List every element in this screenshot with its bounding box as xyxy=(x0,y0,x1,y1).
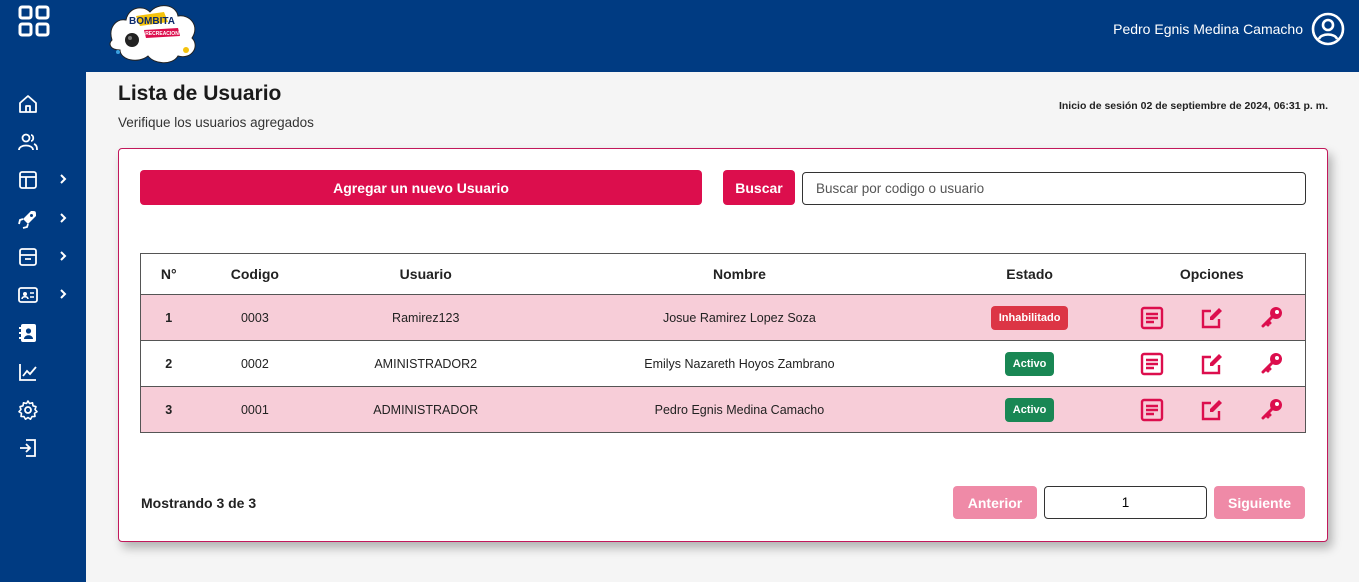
sidebar-item-rocket[interactable] xyxy=(0,203,86,233)
cell-options xyxy=(1118,294,1306,341)
cell-code: 0003 xyxy=(196,294,314,341)
page-title: Lista de Usuario xyxy=(118,82,282,105)
archive-icon xyxy=(19,248,37,266)
cell-user: ADMINISTRADOR xyxy=(313,386,539,433)
brand-logo[interactable]: BOMBITA RECREACION xyxy=(106,0,202,64)
details-icon[interactable] xyxy=(1139,351,1165,377)
cell-number: 2 xyxy=(140,340,197,387)
gear-icon xyxy=(18,400,38,420)
details-icon[interactable] xyxy=(1139,397,1165,423)
users-card: Agregar un nuevo Usuario Buscar N° Codig… xyxy=(118,148,1328,542)
users-table: N° Codigo Usuario Nombre Estado Opciones… xyxy=(140,253,1306,433)
sidebar-item-settings[interactable] xyxy=(0,394,86,424)
id-card-icon xyxy=(18,287,38,303)
status-badge: Activo xyxy=(1004,351,1055,376)
sidebar-item-id-card[interactable] xyxy=(0,279,86,309)
cell-code: 0002 xyxy=(196,340,314,387)
column-header-user: Usuario xyxy=(313,253,539,295)
chevron-right-icon xyxy=(60,251,67,261)
key-icon[interactable] xyxy=(1259,351,1285,377)
user-name[interactable]: Pedro Egnis Medina Camacho xyxy=(1113,20,1303,38)
sidebar-item-logout[interactable] xyxy=(0,432,86,462)
key-icon[interactable] xyxy=(1259,305,1285,331)
search-input[interactable] xyxy=(802,172,1306,205)
column-header-status: Estado xyxy=(940,253,1119,295)
column-header-code: Codigo xyxy=(196,253,314,295)
cell-status: Activo xyxy=(940,340,1119,387)
cell-status: Inhabilitado xyxy=(940,294,1119,341)
cell-user: Ramirez123 xyxy=(313,294,539,341)
table-header-row: N° Codigo Usuario Nombre Estado Opciones xyxy=(140,253,1306,295)
status-badge: Inhabilitado xyxy=(990,305,1069,330)
cell-options xyxy=(1118,386,1306,433)
cell-number: 3 xyxy=(140,386,197,433)
chevron-right-icon xyxy=(60,289,67,299)
session-info: Inicio de sesión 02 de septiembre de 202… xyxy=(1058,100,1328,112)
status-badge: Activo xyxy=(1004,397,1055,422)
top-bar: BOMBITA RECREACION Pedro Egnis Medina Ca… xyxy=(0,0,1359,72)
key-icon[interactable] xyxy=(1259,397,1285,423)
sidebar-item-stats[interactable] xyxy=(0,356,86,386)
apps-grid-icon[interactable] xyxy=(18,5,50,37)
home-icon xyxy=(19,95,37,113)
contact-book-icon xyxy=(19,324,36,342)
sidebar-item-home[interactable] xyxy=(0,88,86,118)
cell-options xyxy=(1118,340,1306,387)
page-number-input[interactable] xyxy=(1044,486,1207,519)
chevron-right-icon xyxy=(60,213,67,223)
cell-name: Pedro Egnis Medina Camacho xyxy=(538,386,941,433)
next-page-button[interactable]: Siguiente xyxy=(1214,486,1305,519)
table-row: 1 0003 Ramirez123 Josue Ramirez Lopez So… xyxy=(140,294,1306,341)
logo-subtext: RECREACION xyxy=(145,31,179,37)
edit-icon[interactable] xyxy=(1199,351,1225,377)
layout-icon xyxy=(19,171,37,189)
sidebar-item-users[interactable] xyxy=(0,126,86,156)
chevron-right-icon xyxy=(60,174,67,184)
edit-icon[interactable] xyxy=(1199,397,1225,423)
sidebar-item-contacts[interactable] xyxy=(0,317,86,347)
cell-name: Emilys Nazareth Hoyos Zambrano xyxy=(538,340,941,387)
cell-user: AMINISTRADOR2 xyxy=(313,340,539,387)
column-header-name: Nombre xyxy=(538,253,941,295)
column-header-number: N° xyxy=(140,253,197,295)
cell-code: 0001 xyxy=(196,386,314,433)
cell-name: Josue Ramirez Lopez Soza xyxy=(538,294,941,341)
details-icon[interactable] xyxy=(1139,305,1165,331)
logout-icon xyxy=(20,439,36,457)
cell-status: Activo xyxy=(940,386,1119,433)
users-icon xyxy=(18,133,38,151)
add-user-button[interactable]: Agregar un nuevo Usuario xyxy=(140,170,702,205)
sidebar-item-archive[interactable] xyxy=(0,241,86,271)
search-button[interactable]: Buscar xyxy=(723,170,795,205)
previous-page-button[interactable]: Anterior xyxy=(953,486,1037,519)
table-row: 3 0001 ADMINISTRADOR Pedro Egnis Medina … xyxy=(140,386,1306,433)
user-account-icon[interactable] xyxy=(1311,12,1345,46)
sidebar xyxy=(0,72,86,582)
cell-number: 1 xyxy=(140,294,197,341)
sidebar-item-layout[interactable] xyxy=(0,164,86,194)
column-header-options: Opciones xyxy=(1118,253,1306,295)
results-count: Mostrando 3 de 3 xyxy=(141,495,257,511)
logo-text: BOMBITA xyxy=(129,16,175,27)
rocket-icon xyxy=(18,211,36,229)
edit-icon[interactable] xyxy=(1199,305,1225,331)
chart-line-icon xyxy=(19,364,37,381)
table-row: 2 0002 AMINISTRADOR2 Emilys Nazareth Hoy… xyxy=(140,340,1306,387)
page-subtitle: Verifique los usuarios agregados xyxy=(118,115,314,130)
